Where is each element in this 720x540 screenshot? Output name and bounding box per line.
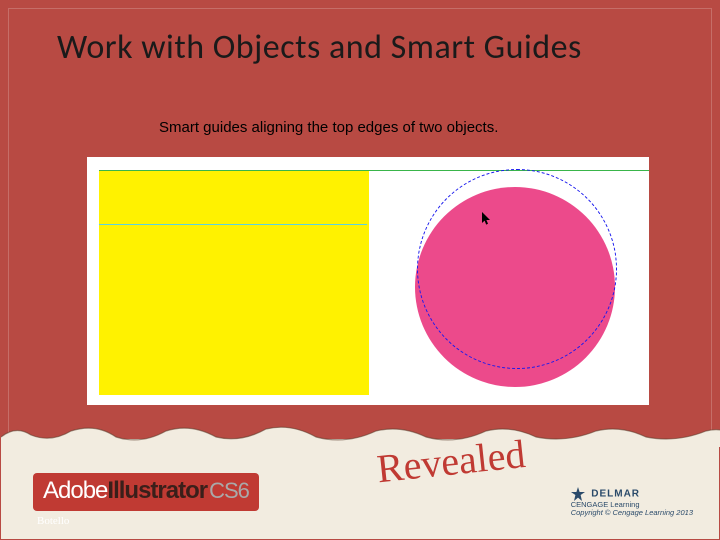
product-word: Illustrator [107, 477, 207, 504]
slide-title: Work with Objects and Smart Guides [57, 27, 582, 68]
book-title-logo: AdobeIllustratorCS6 [33, 473, 259, 511]
revealed-script-logo: Revealed [377, 438, 537, 497]
adobe-badge: AdobeIllustratorCS6 [33, 473, 259, 511]
publisher-line1: DELMAR [571, 487, 693, 501]
smart-guide-horizontal [99, 224, 367, 225]
version-word: CS6 [209, 478, 249, 503]
arrow-cursor-icon [482, 212, 492, 226]
yellow-rectangle [99, 171, 369, 395]
slide-container: Work with Objects and Smart Guides Smart… [8, 8, 712, 532]
smart-guide-top-edge [99, 170, 649, 171]
publisher-brand: DELMAR [591, 488, 640, 499]
publisher-copyright: Copyright © Cengage Learning 2013 [571, 509, 693, 517]
figure-caption: Smart guides aligning the top edges of t… [159, 119, 498, 136]
adobe-word: Adobe [43, 477, 107, 504]
footer-area: AdobeIllustratorCS6 Revealed Botello DEL… [9, 431, 711, 531]
revealed-text: Revealed [377, 438, 527, 491]
publisher-star-icon [571, 487, 585, 501]
illustration-figure [87, 157, 649, 405]
drag-outline-circle [417, 169, 617, 369]
publisher-block: DELMAR CENGAGE Learning Copyright © Ceng… [571, 487, 693, 518]
author-name: Botello [37, 515, 69, 527]
